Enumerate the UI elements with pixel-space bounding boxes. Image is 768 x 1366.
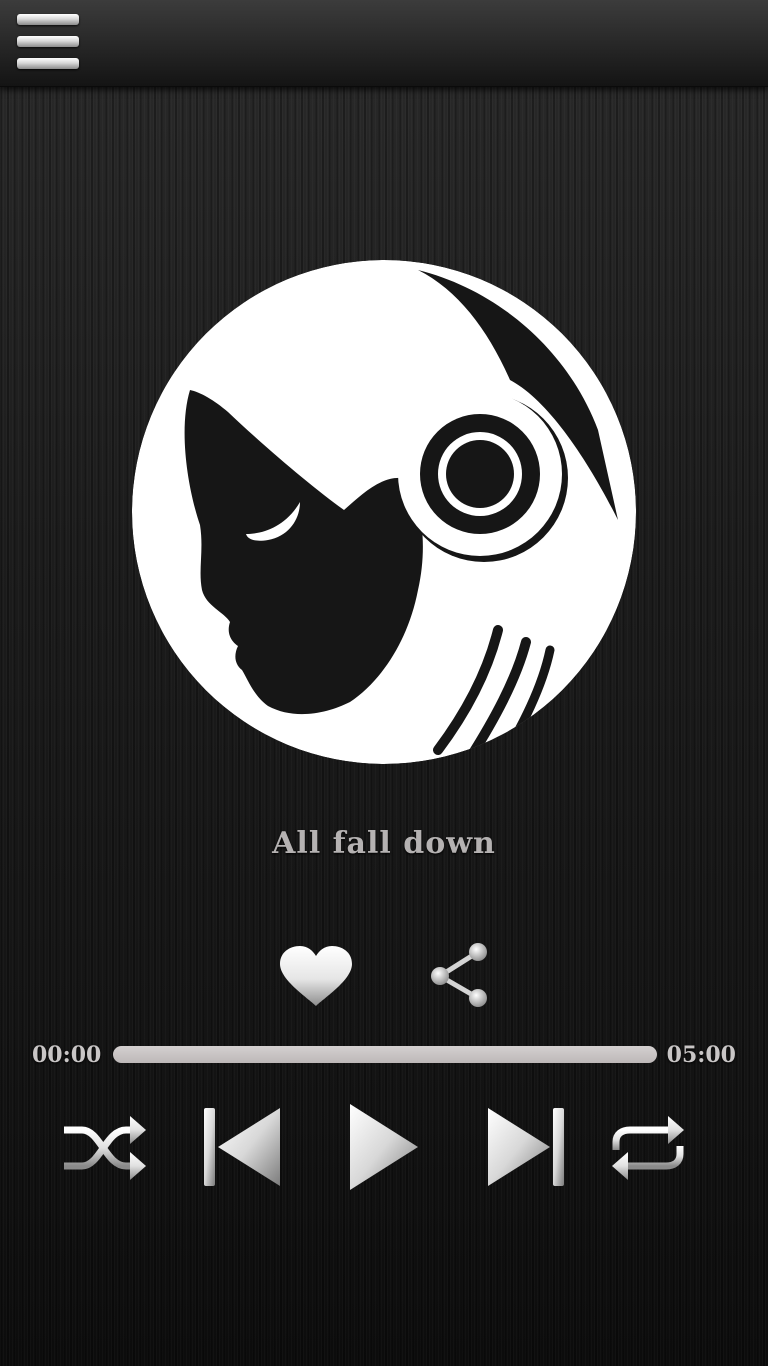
repeat-icon[interactable] [608,1110,688,1186]
total-time: 05:00 [666,1042,736,1068]
menu-bar [17,14,79,25]
share-icon[interactable] [428,940,490,1010]
top-bar [0,0,768,87]
elapsed-time: 00:00 [32,1042,102,1068]
progress-bar[interactable] [113,1046,657,1063]
album-art [118,250,650,770]
progress-fill [113,1046,657,1063]
track-title: All fall down [272,826,496,861]
headphones-woman-silhouette-icon [132,260,636,764]
shuffle-icon[interactable] [60,1110,150,1186]
play-icon[interactable] [346,1100,422,1194]
music-player-screen: All fall down 00:00 05:00 [0,0,768,1366]
hamburger-menu-icon[interactable] [14,10,82,76]
skip-next-icon[interactable] [484,1104,568,1190]
menu-bar [17,36,79,47]
heart-icon[interactable] [278,944,354,1010]
menu-bar [17,58,79,69]
skip-previous-icon[interactable] [200,1104,284,1190]
